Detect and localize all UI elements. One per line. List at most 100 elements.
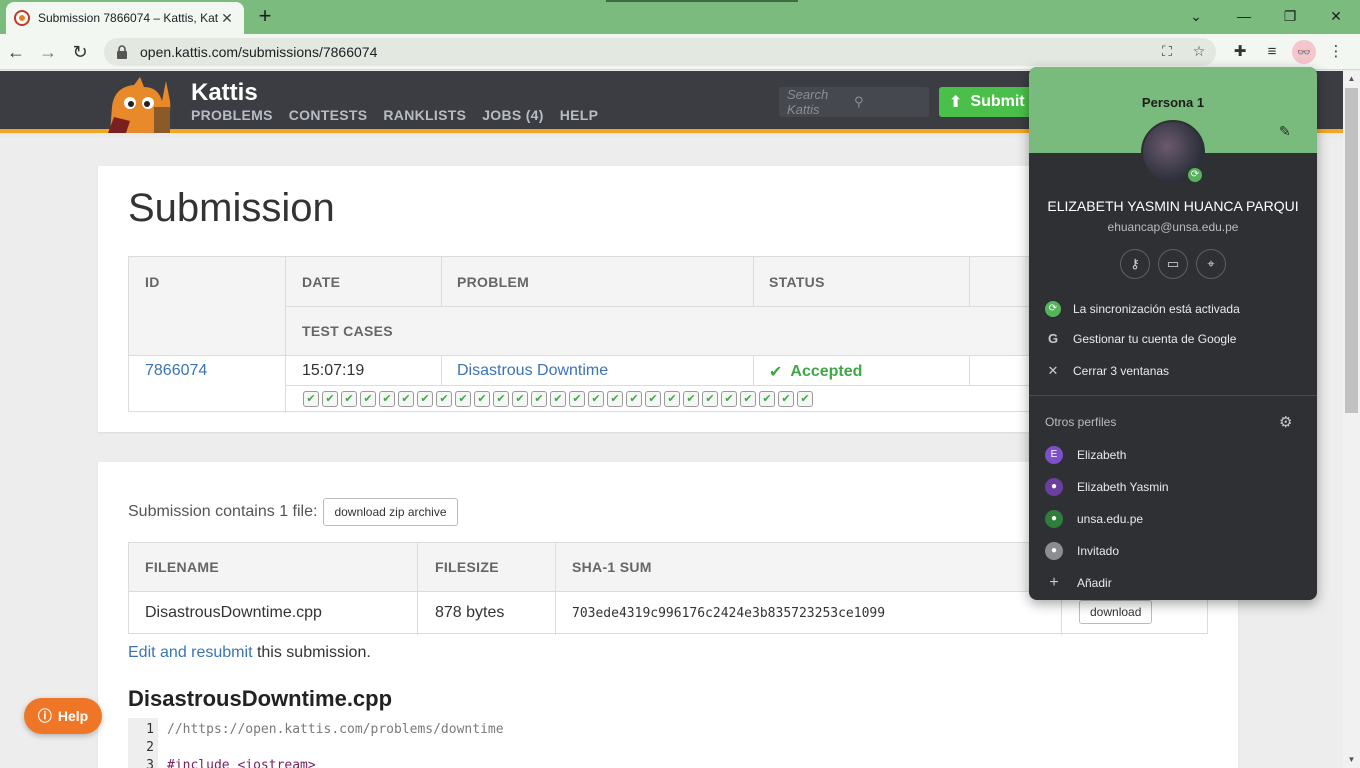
reload-icon[interactable]: ↻ — [68, 40, 92, 64]
page-title: Submission — [128, 186, 335, 230]
resubmit-rest-text: this submission. — [252, 644, 371, 661]
header-filesize: FILESIZE — [435, 559, 499, 575]
test-case-check-icon: ✔ — [721, 391, 737, 407]
glasses-icon: 👓 — [1297, 46, 1311, 59]
submission-id-link[interactable]: 7866074 — [145, 362, 207, 380]
problem-link[interactable]: Disastrous Downtime — [457, 362, 608, 380]
profile-avatar-button[interactable]: 👓 — [1292, 40, 1316, 64]
kattis-cat-logo-icon[interactable] — [100, 77, 180, 133]
help-button[interactable]: ⓘ Help — [24, 698, 102, 734]
more-menu-icon[interactable]: ⋮ — [1326, 42, 1346, 62]
nav-ranklists[interactable]: RANKLISTS — [383, 107, 466, 123]
google-g-icon: G — [1047, 331, 1059, 346]
guest-avatar-icon: ● — [1045, 542, 1063, 560]
submit-button[interactable]: ⬆ Submit — [939, 87, 1039, 117]
scroll-up-arrow-icon[interactable]: ▲ — [1343, 71, 1360, 87]
close-window-button[interactable]: ✕ — [1326, 6, 1346, 26]
tab-close-icon[interactable]: ✕ — [218, 10, 236, 27]
status-badge: ✔ Accepted — [769, 362, 862, 382]
test-case-check-icon: ✔ — [512, 391, 528, 407]
person-avatar-icon: ● — [1045, 510, 1063, 528]
test-case-check-icon: ✔ — [607, 391, 623, 407]
address-bar[interactable]: open.kattis.com/submissions/7866074 ⛶ ☆ — [104, 38, 1216, 66]
url-text: open.kattis.com/submissions/7866074 — [140, 44, 378, 60]
tab-bar: Submission 7866074 – Kattis, Kattis ✕ + … — [0, 0, 1360, 34]
profile-item-unsa[interactable]: ● unsa.edu.pe — [1045, 510, 1143, 528]
bookmark-star-icon[interactable]: ☆ — [1190, 43, 1208, 60]
tab-strip-indicator — [606, 0, 798, 2]
media-queue-icon[interactable]: ≡ — [1262, 42, 1282, 62]
back-arrow-icon[interactable]: ← — [4, 40, 28, 64]
test-case-check-icon: ✔ — [417, 391, 433, 407]
header-id: ID — [145, 274, 160, 290]
code-line: //https://open.kattis.com/problems/downt… — [167, 722, 504, 737]
line-number: 1 — [146, 722, 154, 737]
resubmit-line: Edit and resubmit this submission. — [128, 644, 371, 662]
edit-resubmit-link[interactable]: Edit and resubmit — [128, 644, 253, 661]
add-profile-item[interactable]: + Añadir — [1045, 574, 1111, 592]
test-case-check-icon: ✔ — [569, 391, 585, 407]
nav-contests[interactable]: CONTESTS — [289, 107, 368, 123]
site-brand[interactable]: Kattis — [191, 79, 258, 107]
scroll-down-arrow-icon[interactable]: ▼ — [1343, 752, 1360, 768]
download-zip-button[interactable]: download zip archive — [323, 498, 458, 526]
nav-problems[interactable]: PROBLEMS — [191, 107, 273, 123]
test-case-check-icon: ✔ — [702, 391, 718, 407]
sync-status-item[interactable]: ⟳ La sincronización está activada — [1045, 301, 1240, 317]
header-sha1: SHA-1 SUM — [572, 559, 652, 575]
header-filename: FILENAME — [145, 559, 219, 575]
sync-icon: ⟳ — [1045, 301, 1061, 317]
profile-item-guest[interactable]: ● Invitado — [1045, 542, 1119, 560]
profile-item-elizabeth[interactable]: E Elizabeth — [1045, 446, 1126, 464]
passwords-key-icon[interactable]: ⚷ — [1120, 249, 1150, 279]
profile-name: ELIZABETH YASMIN HUANCA PARQUI — [1047, 198, 1299, 214]
site-search-input[interactable]: Search Kattis ⚲ — [779, 87, 929, 117]
test-case-check-icon: ✔ — [740, 391, 756, 407]
test-case-check-icon: ✔ — [645, 391, 661, 407]
test-case-check-icon: ✔ — [588, 391, 604, 407]
restore-button[interactable]: ❐ — [1280, 6, 1300, 26]
nav-jobs[interactable]: JOBS (4) — [482, 107, 544, 123]
browser-toolbar: ← → ↻ open.kattis.com/submissions/786607… — [0, 34, 1360, 70]
manage-account-item[interactable]: G Gestionar tu cuenta de Google — [1045, 331, 1237, 347]
new-tab-button[interactable]: + — [255, 4, 275, 28]
test-case-check-icon: ✔ — [778, 391, 794, 407]
forward-arrow-icon[interactable]: → — [36, 40, 60, 64]
profile-persona-label: Persona 1 — [1141, 95, 1205, 110]
test-case-check-icon: ✔ — [664, 391, 680, 407]
header-problem: PROBLEM — [457, 274, 530, 290]
code-line: #include <iostream> — [167, 758, 316, 768]
line-number: 2 — [146, 740, 154, 755]
test-case-check-icon: ✔ — [322, 391, 338, 407]
code-file-title: DisastrousDowntime.cpp — [128, 686, 393, 711]
test-case-check-icon: ✔ — [436, 391, 452, 407]
test-case-check-icon: ✔ — [398, 391, 414, 407]
gear-icon[interactable]: ⚙ — [1279, 413, 1292, 431]
browser-tab[interactable]: Submission 7866074 – Kattis, Kattis ✕ — [6, 2, 244, 34]
close-windows-label: Cerrar 3 ventanas — [1073, 364, 1170, 378]
checkmark-icon: ✔ — [769, 364, 783, 381]
scroll-thumb[interactable] — [1345, 88, 1358, 413]
extensions-puzzle-icon[interactable]: ✚ — [1230, 42, 1250, 62]
minimize-button[interactable]: — — [1234, 6, 1254, 26]
nav-help[interactable]: HELP — [560, 107, 599, 123]
file-download-button[interactable]: download — [1079, 600, 1153, 624]
edit-pencil-icon[interactable]: ✎ — [1279, 123, 1291, 140]
close-x-icon: ✕ — [1047, 363, 1059, 378]
menu-divider — [1029, 395, 1317, 396]
file-intro-text: Submission contains 1 file: — [128, 503, 318, 520]
payment-card-icon[interactable]: ▭ — [1158, 249, 1188, 279]
search-icon[interactable]: ⚲ — [854, 94, 921, 110]
sync-status-label: La sincronización está activada — [1073, 302, 1240, 316]
close-windows-item[interactable]: ✕ Cerrar 3 ventanas — [1045, 363, 1170, 379]
upload-icon: ⬆ — [949, 94, 963, 111]
addresses-pin-icon[interactable]: ⌖ — [1196, 249, 1226, 279]
tab-search-button[interactable]: ⌄ — [1186, 6, 1206, 26]
profile-item-elizabeth-yasmin[interactable]: ● Elizabeth Yasmin — [1045, 478, 1169, 496]
translate-icon[interactable]: ⛶ — [1158, 43, 1176, 60]
test-case-check-icon: ✔ — [455, 391, 471, 407]
manage-account-label: Gestionar tu cuenta de Google — [1073, 332, 1237, 346]
question-circle-icon: ⓘ — [37, 708, 52, 724]
header-date: DATE — [302, 274, 341, 290]
test-case-check-icon: ✔ — [474, 391, 490, 407]
